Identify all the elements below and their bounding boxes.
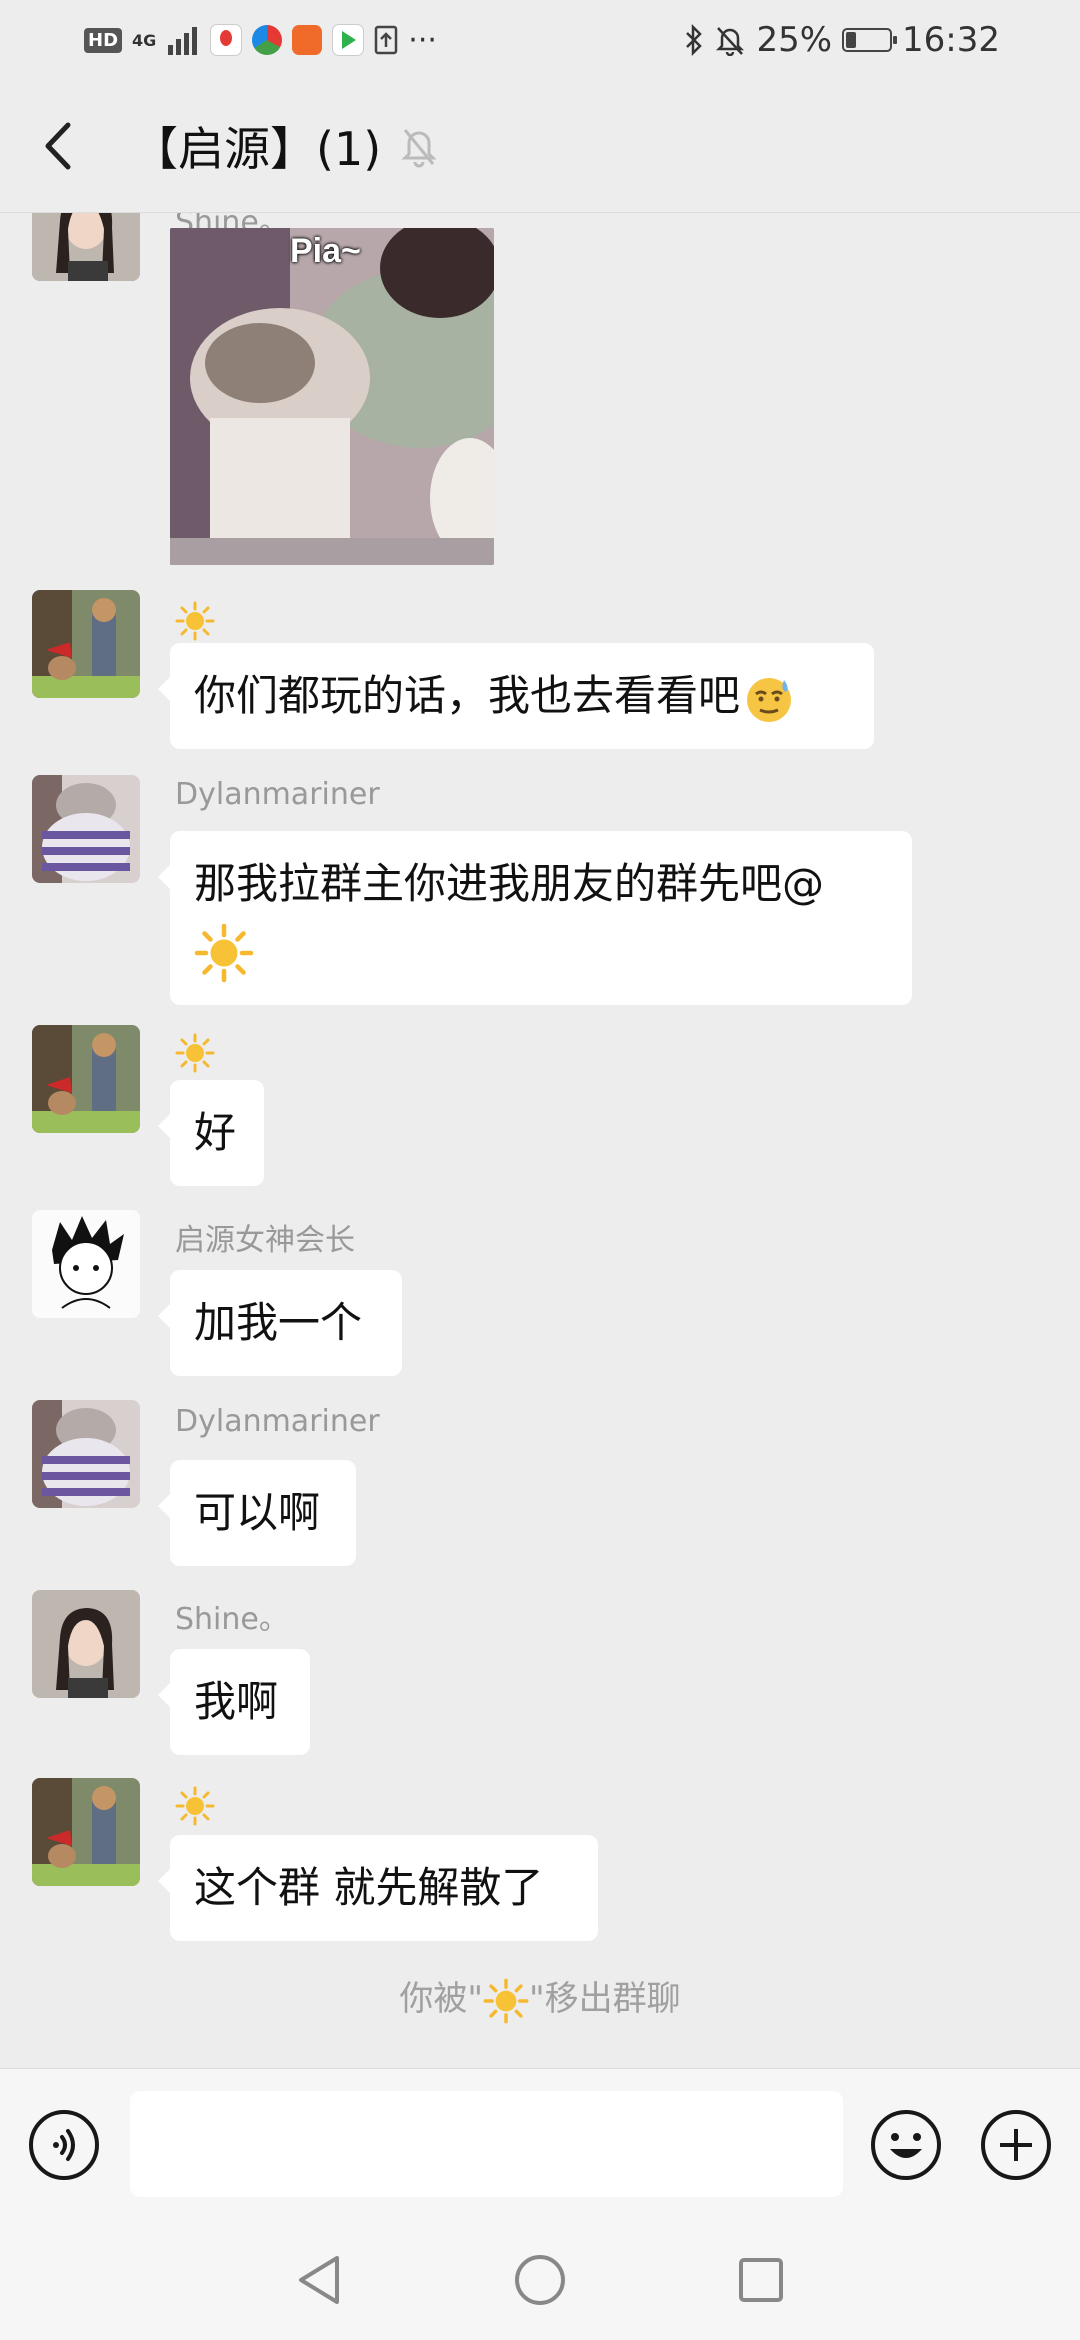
message-image[interactable]: Pia~ [170,228,494,565]
chat-header: 【启源】(1) [0,80,1080,213]
emoji-button[interactable] [870,2109,942,2181]
browser-app-icon [252,25,283,55]
message-bubble[interactable]: 可以啊 [158,1460,356,1566]
maps-app-icon [210,24,243,56]
message-bubble[interactable]: 这个群 就先解散了 [158,1835,598,1941]
message-text: 我啊 [194,1677,279,1726]
image-caption: Pia~ [290,232,361,270]
more-notifications-icon: ··· [408,22,437,58]
sun-emoji [175,1033,215,1073]
message-sender: 启源女神会长 [175,1223,355,1258]
clock: 16:32 [902,20,1000,60]
bluetooth-icon [686,24,703,56]
sweat-smile-emoji [747,677,792,722]
avatar-dylan[interactable] [32,775,140,883]
muted-bell-icon [399,124,439,168]
signal-label: 4G [132,30,157,50]
message-text: 加我一个 [194,1298,363,1347]
nav-home-icon[interactable] [513,2253,567,2307]
video-app-icon [332,24,365,56]
status-right: 25% 16:32 [684,20,1000,60]
message-sender: Dylanmariner [175,777,380,812]
plus-icon [981,2110,1051,2180]
chevron-left-icon [45,122,71,170]
message-bubble[interactable]: 加我一个 [158,1270,402,1376]
message-sender: Dylanmariner [175,1404,380,1439]
nav-back-icon[interactable] [295,2254,343,2306]
battery-percent: 25% [756,20,833,60]
system-message-suffix: "移出群聊 [529,1979,681,2019]
mute-notification-icon [716,27,745,56]
upload-icon [375,25,398,55]
system-message-prefix: 你被" [399,1979,483,2019]
nav-recents-icon[interactable] [737,2256,785,2304]
battery-icon [842,28,898,52]
message-bubble[interactable]: 那我拉群主你进我朋友的群先吧@ [158,831,912,1005]
message-input[interactable] [130,2091,843,2197]
sun-emoji [175,601,215,641]
message-bubble[interactable]: 我啊 [158,1649,310,1755]
avatar-sun[interactable] [32,1778,140,1886]
message-sender [175,1786,215,1826]
smiley-icon [871,2110,941,2180]
voice-input-button[interactable] [28,2109,100,2181]
chat-title: 【启源】(1) [132,122,382,176]
message-sender [175,601,215,641]
cat-photo [170,228,494,565]
message-text: 那我拉群主你进我朋友的群先吧@ [194,859,825,908]
back-button[interactable] [28,116,88,176]
signal-icon [168,27,198,55]
sun-emoji [483,1978,529,2023]
avatar-sun[interactable] [32,590,140,698]
avatar-shine[interactable] [32,213,140,281]
avatar-goddess[interactable] [32,1210,140,1318]
game-app-icon [292,25,323,55]
message-list[interactable]: Shine。 Pia~ 你们都玩的话，我也去看看吧 Dylanmariner 那… [0,213,1080,2068]
more-actions-button[interactable] [980,2109,1052,2181]
system-message: 你被" "移出群聊 [0,1971,1080,2024]
avatar-shine[interactable] [32,1590,140,1698]
message-text: 这个群 就先解散了 [194,1863,544,1912]
message-text: 你们都玩的话，我也去看看吧 [194,671,741,720]
voice-icon [29,2110,99,2180]
message-bubble[interactable]: 好 [158,1080,264,1186]
sun-emoji [194,923,254,982]
message-sender [175,1033,215,1073]
status-left: HD 4G ··· [84,23,437,58]
avatar-sun[interactable] [32,1025,140,1133]
hd-badge: HD [84,27,123,53]
avatar-dylan[interactable] [32,1400,140,1508]
message-text: 好 [194,1108,237,1157]
status-bar: HD 4G ··· 25% 16:32 [0,0,1080,80]
sun-emoji [175,1786,215,1826]
message-text: 可以啊 [194,1488,321,1537]
message-bubble[interactable]: 你们都玩的话，我也去看看吧 [158,643,874,749]
message-sender: Shine。 [175,1602,289,1637]
input-bar [0,2068,1080,2221]
system-nav-bar [0,2220,1080,2340]
